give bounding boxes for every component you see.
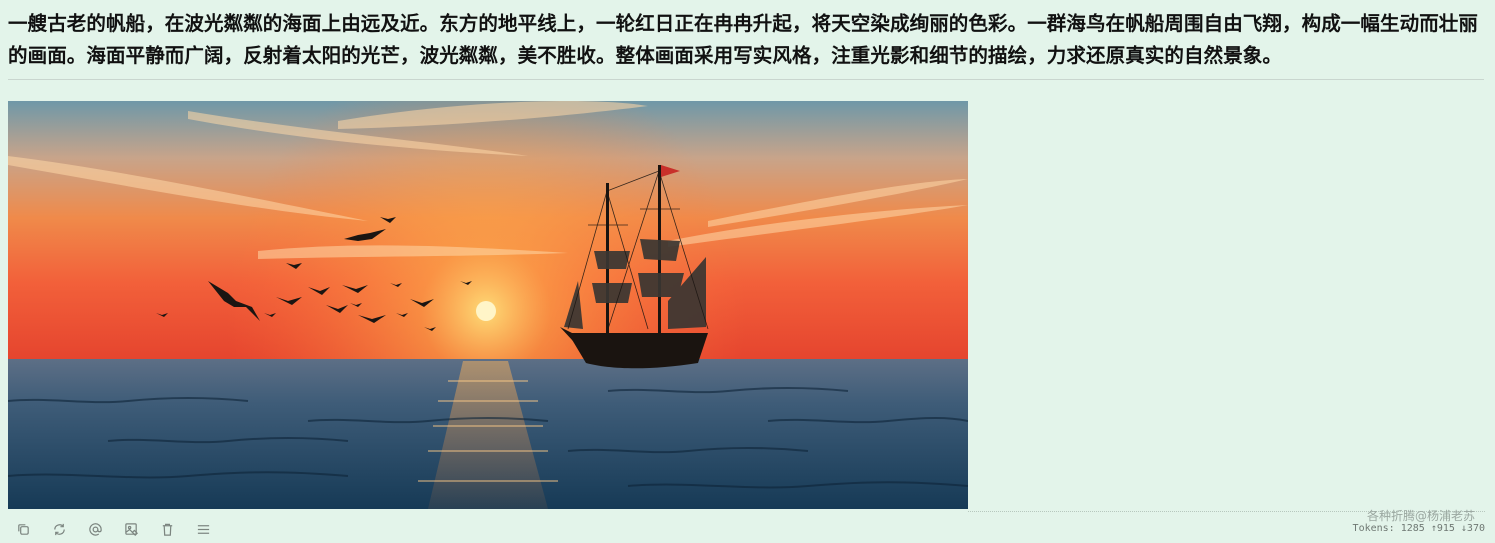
token-count: Tokens: 1285 ↑915 ↓370: [1352, 523, 1485, 534]
regenerate-icon[interactable]: [48, 518, 70, 540]
watermark: 各种折腾@杨浦老苏: [1366, 509, 1475, 523]
sailing-ship-sunset-illustration: [8, 101, 968, 509]
divider: [8, 79, 1484, 80]
prompt-text: 一艘古老的帆船，在波光粼粼的海面上由远及近。东方的地平线上，一轮红日正在冉冉升起…: [8, 12, 1479, 67]
copy-icon[interactable]: [12, 518, 34, 540]
mention-icon[interactable]: [84, 518, 106, 540]
generated-image[interactable]: [8, 101, 968, 509]
message-toolbar: [12, 518, 214, 540]
chat-message-card: 一艘古老的帆船，在波光粼粼的海面上由远及近。东方的地平线上，一轮红日正在冉冉升起…: [0, 0, 1495, 543]
image-edit-icon[interactable]: [120, 518, 142, 540]
delete-icon[interactable]: [156, 518, 178, 540]
menu-icon[interactable]: [192, 518, 214, 540]
